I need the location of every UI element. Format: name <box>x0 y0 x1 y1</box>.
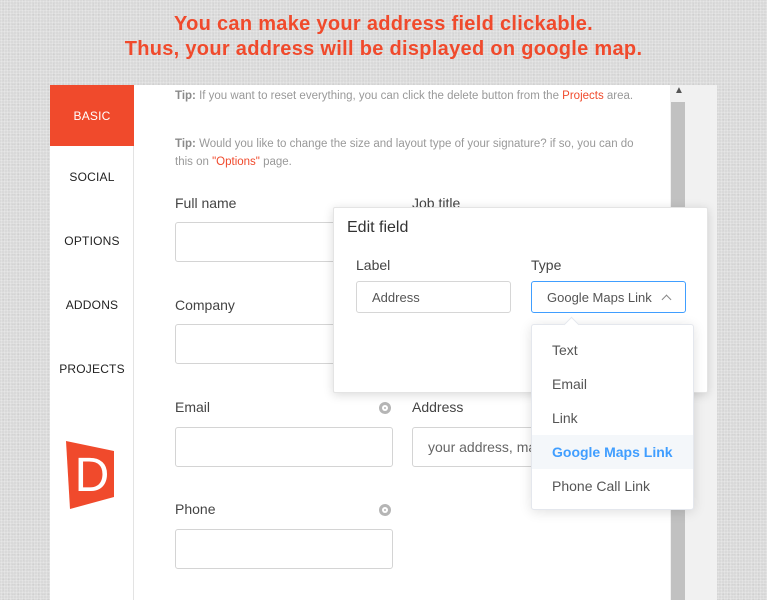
tip-options: Tip: Would you like to change the size a… <box>175 138 634 168</box>
logo-letter: D <box>75 449 110 502</box>
company-label: Company <box>175 297 235 313</box>
email-settings-icon[interactable] <box>379 402 391 414</box>
sidebar-item-projects[interactable]: PROJECTS <box>50 338 134 399</box>
sidebar-item-social[interactable]: SOCIAL <box>50 146 134 207</box>
type-option-google-maps-link[interactable]: Google Maps Link <box>532 435 693 469</box>
field-type-dropdown: Text Email Link Google Maps Link Phone C… <box>531 324 694 510</box>
phone-settings-icon[interactable] <box>379 504 391 516</box>
headline: You can make your address field clickabl… <box>0 12 767 62</box>
tip-label: Tip: <box>175 138 196 150</box>
projects-link[interactable]: Projects <box>562 90 604 102</box>
popup-title: Edit field <box>347 219 409 236</box>
sidebar-item-addons[interactable]: ADDONS <box>50 274 134 335</box>
app-logo: D <box>66 441 114 509</box>
popup-type-heading: Type <box>531 257 562 273</box>
type-option-text[interactable]: Text <box>532 333 693 367</box>
phone-label: Phone <box>175 501 216 517</box>
tip-reset: Tip: If you want to reset everything, yo… <box>175 90 634 102</box>
type-option-phone-call-link[interactable]: Phone Call Link <box>532 469 693 503</box>
sidebar-item-basic[interactable]: BASIC <box>50 85 134 146</box>
headline-line-2: Thus, your address will be displayed on … <box>124 38 643 60</box>
email-field[interactable] <box>175 427 393 467</box>
tip-label: Tip: <box>175 90 196 102</box>
field-type-value: Google Maps Link <box>547 289 652 305</box>
type-option-email[interactable]: Email <box>532 367 693 401</box>
popup-label-heading: Label <box>356 257 391 273</box>
chevron-up-icon <box>661 294 672 304</box>
address-label: Address <box>412 399 464 415</box>
type-option-link[interactable]: Link <box>532 401 693 435</box>
sidebar: BASIC SOCIAL OPTIONS ADDONS PROJECTS D <box>50 85 134 600</box>
headline-line-1: You can make your address field clickabl… <box>173 13 594 35</box>
field-label-input[interactable]: Address <box>356 281 511 313</box>
options-link[interactable]: "Options" <box>212 156 260 168</box>
email-label: Email <box>175 399 211 415</box>
phone-field[interactable] <box>175 529 393 569</box>
scroll-up-icon[interactable]: ▲ <box>674 86 684 96</box>
field-type-select[interactable]: Google Maps Link <box>531 281 686 313</box>
sidebar-item-options[interactable]: OPTIONS <box>50 210 134 271</box>
full-name-label: Full name <box>175 195 237 211</box>
